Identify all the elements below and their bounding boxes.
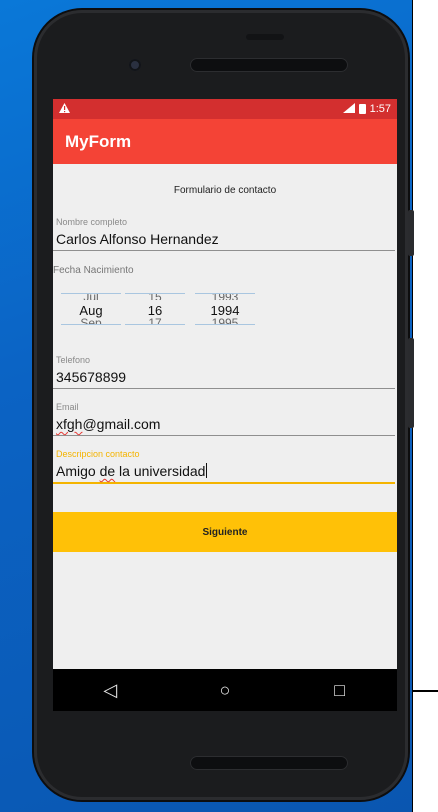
phone-label: Telefono: [56, 355, 91, 365]
camera-icon: [129, 59, 141, 71]
email-field[interactable]: Email xfgh@gmail.com: [53, 402, 397, 436]
volume-button[interactable]: [408, 210, 414, 256]
recents-icon[interactable]: □: [320, 680, 360, 701]
picker-rule: [195, 324, 255, 325]
warning-icon: [59, 102, 70, 116]
picker-rule: [125, 324, 185, 325]
battery-icon: [358, 104, 366, 114]
description-text-1: Amigo: [56, 463, 100, 479]
description-text-2: de: [99, 463, 116, 479]
email-input[interactable]: xfgh@gmail.com: [53, 416, 397, 432]
phone-underline: [53, 388, 395, 389]
app-screen: 1:57 MyForm Formulario de contacto Nombr…: [53, 99, 397, 669]
back-icon[interactable]: ◁: [90, 680, 130, 701]
description-input[interactable]: Amigo de la universidad: [53, 463, 397, 479]
description-underline: [53, 482, 395, 484]
form-heading: Formulario de contacto: [173, 185, 277, 196]
status-time: 1:57: [369, 103, 391, 115]
bottom-speaker: [190, 756, 348, 770]
year-picker[interactable]: 1993 1994 1995: [193, 293, 257, 325]
app-bar: MyForm: [53, 119, 397, 164]
description-text-3: la universidad: [115, 463, 206, 479]
top-speaker: [190, 58, 348, 72]
month-selected[interactable]: Aug: [59, 304, 123, 317]
email-underline: [53, 435, 395, 436]
year-prev[interactable]: 1993: [193, 294, 257, 300]
name-label: Nombre completo: [56, 217, 128, 227]
android-nav-bar: ◁ ○ □: [53, 669, 397, 711]
email-label: Email: [56, 402, 79, 412]
power-button[interactable]: [408, 338, 414, 428]
email-user: xfgh: [56, 416, 83, 432]
name-input[interactable]: Carlos Alfonso Hernandez: [53, 231, 397, 247]
phone-input[interactable]: 345678899: [53, 369, 397, 385]
birth-date-label: Fecha Nacimiento: [53, 265, 134, 276]
description-field[interactable]: Descripcion contacto Amigo de la univers…: [53, 449, 397, 484]
day-picker[interactable]: 15 16 17: [123, 293, 187, 325]
phone-sensor: [246, 34, 284, 40]
month-next[interactable]: Sep: [59, 317, 123, 324]
email-domain: @gmail.com: [82, 416, 161, 432]
day-selected[interactable]: 16: [123, 304, 187, 317]
name-underline: [53, 250, 395, 251]
signal-icon: [342, 102, 355, 116]
month-prev[interactable]: Jul: [59, 294, 123, 300]
status-bar: 1:57: [53, 99, 397, 119]
year-next[interactable]: 1995: [193, 317, 257, 324]
home-icon[interactable]: ○: [205, 680, 245, 701]
phone-field[interactable]: Telefono 345678899: [53, 355, 397, 389]
month-picker[interactable]: Jul Aug Sep: [59, 293, 123, 325]
description-label: Descripcion contacto: [56, 449, 140, 459]
text-caret: [206, 463, 208, 478]
picker-rule: [61, 324, 121, 325]
panel-divider: [413, 690, 438, 692]
app-title: MyForm: [65, 131, 132, 151]
next-button[interactable]: Siguiente: [53, 512, 397, 552]
name-field[interactable]: Nombre completo Carlos Alfonso Hernandez: [53, 217, 397, 251]
day-prev[interactable]: 15: [123, 294, 187, 300]
year-selected[interactable]: 1994: [193, 304, 257, 317]
desktop-panel: [412, 0, 438, 812]
day-next[interactable]: 17: [123, 317, 187, 324]
